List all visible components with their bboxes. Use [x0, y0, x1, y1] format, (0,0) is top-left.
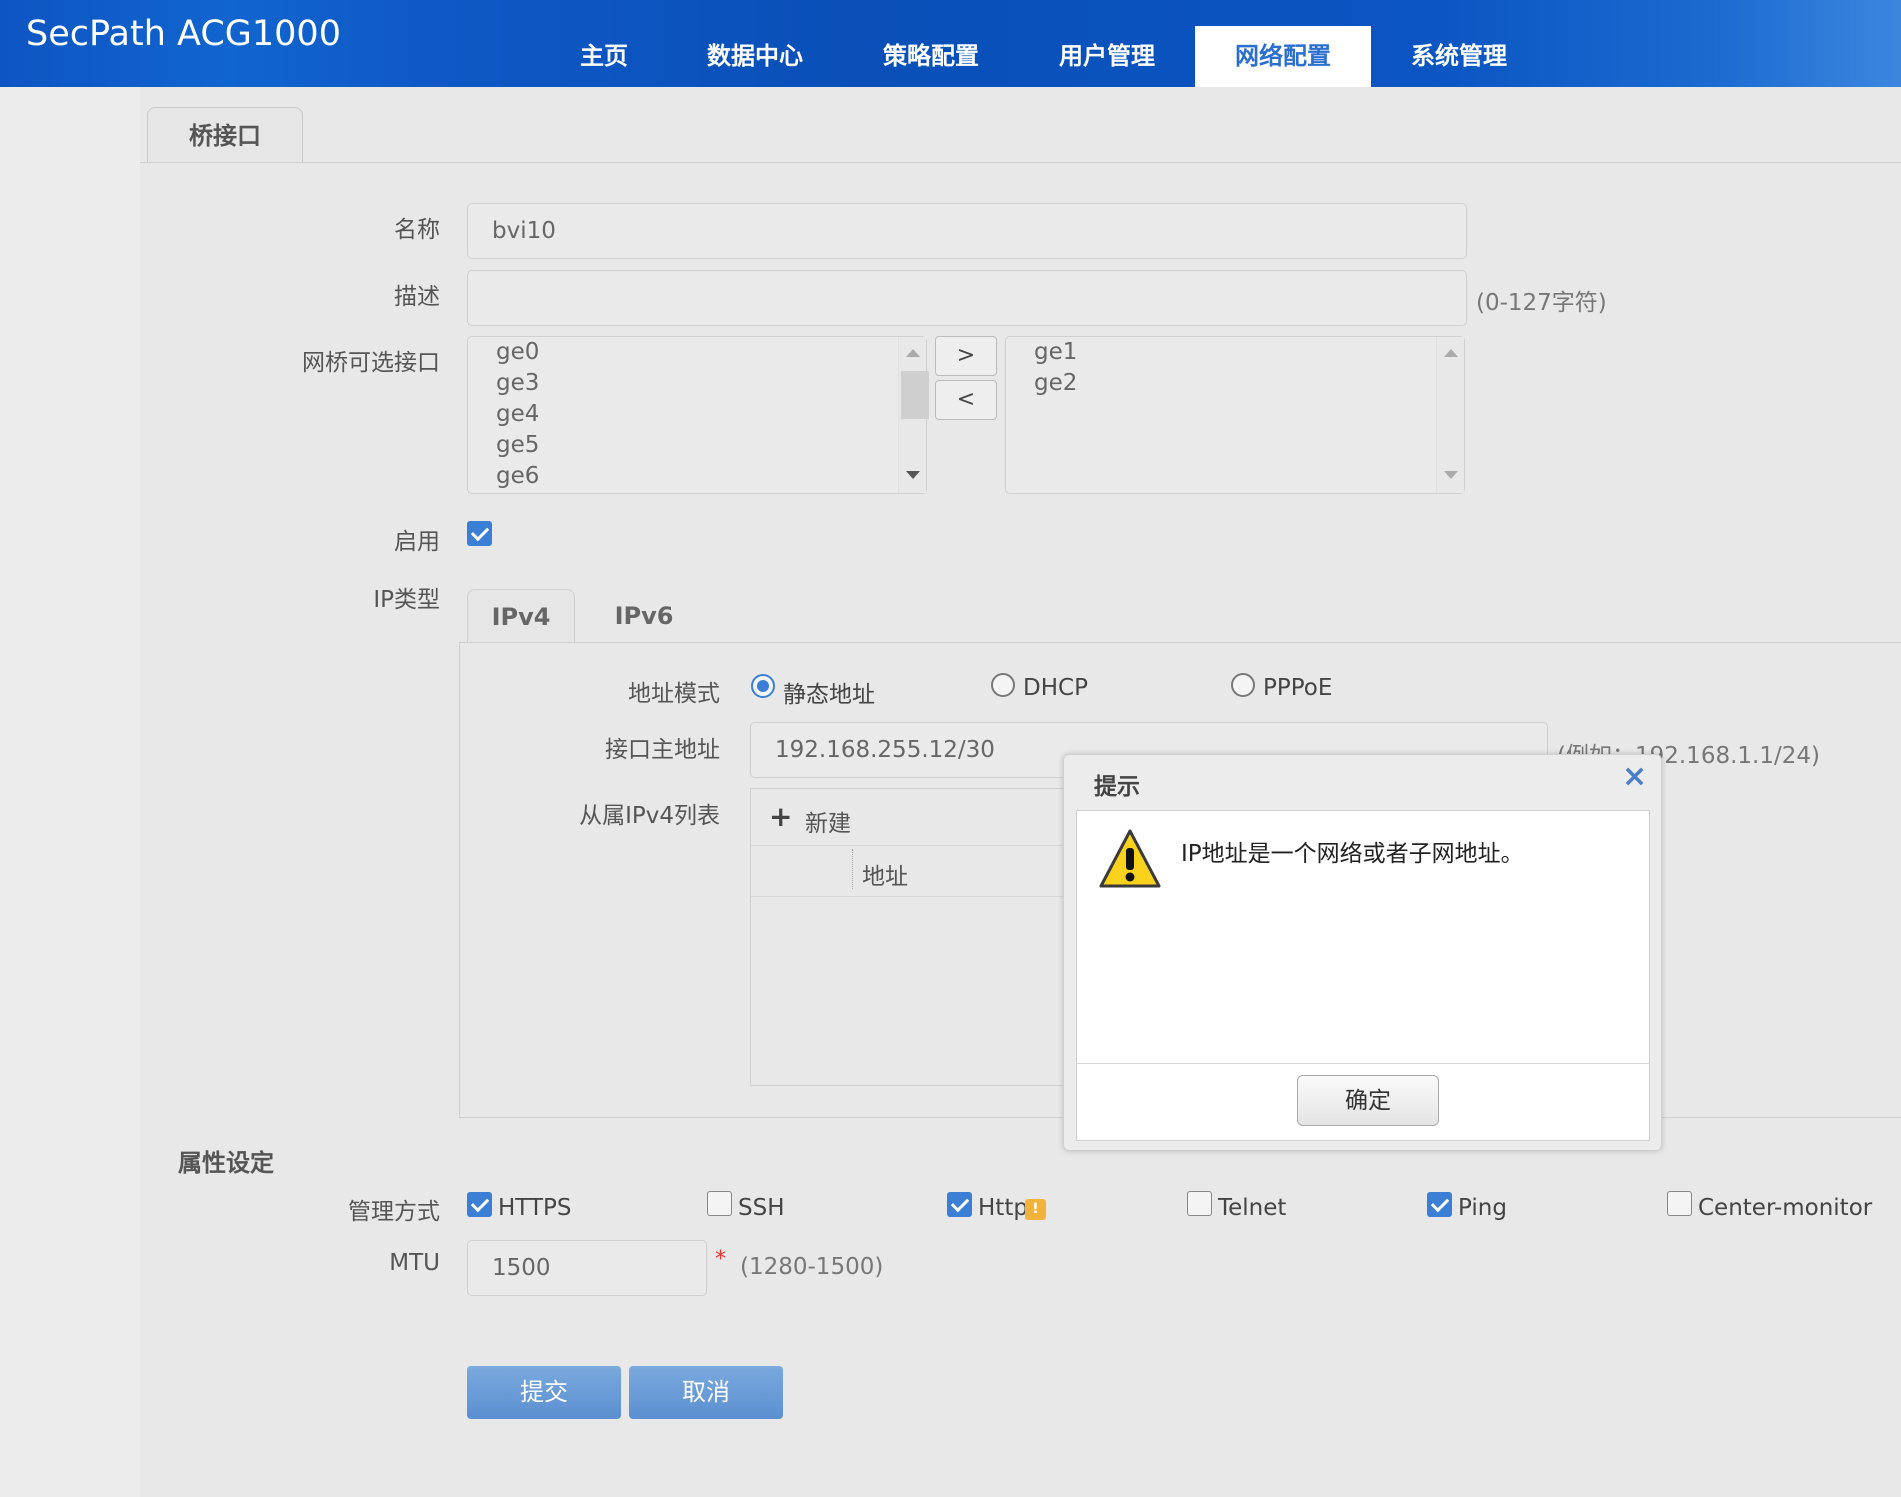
tab-ipv4[interactable]: IPv4 [467, 589, 575, 643]
enable-label: 启用 [394, 529, 440, 555]
interface-address-label: 接口主地址 [605, 737, 720, 763]
tab-bridge-interface[interactable]: 桥接口 [147, 107, 303, 163]
description-field[interactable] [467, 270, 1467, 326]
scrollbar[interactable] [1436, 337, 1464, 493]
list-item[interactable]: ge5 [496, 430, 539, 461]
radio-pppoe[interactable] [1231, 673, 1255, 697]
address-mode-label: 地址模式 [628, 681, 720, 707]
http-label: Http [978, 1195, 1028, 1221]
close-icon[interactable]: × [1622, 762, 1647, 792]
radio-static[interactable] [751, 674, 775, 698]
dialog-footer-divider [1076, 1063, 1650, 1064]
attributes-section-title: 属性设定 [178, 1149, 274, 1177]
enable-checkbox[interactable] [467, 521, 492, 546]
brand-title: SecPath ACG1000 [26, 14, 341, 54]
list-item[interactable]: ge2 [1034, 368, 1077, 399]
ok-button[interactable]: 确定 [1297, 1075, 1439, 1126]
scroll-down-icon[interactable] [1444, 471, 1458, 479]
dialog-title: 提示 [1094, 774, 1140, 800]
scrollbar[interactable] [898, 337, 929, 493]
plus-icon[interactable]: + [769, 803, 792, 831]
ping-label: Ping [1458, 1195, 1507, 1221]
nav-system-management[interactable]: 系统管理 [1394, 26, 1524, 87]
ip-type-label: IP类型 [373, 587, 440, 613]
list-item[interactable]: ge0 [496, 337, 539, 368]
mtu-field[interactable]: 1500 [467, 1240, 707, 1296]
mtu-label: MTU [389, 1250, 440, 1276]
ssh-label: SSH [738, 1195, 785, 1221]
nav-home[interactable]: 主页 [554, 26, 654, 87]
column-header-address: 地址 [862, 864, 908, 890]
http-checkbox[interactable] [947, 1192, 972, 1217]
scroll-thumb[interactable] [901, 371, 929, 419]
mtu-hint: (1280-1500) [740, 1254, 884, 1280]
ping-checkbox[interactable] [1427, 1192, 1452, 1217]
https-label: HTTPS [498, 1195, 572, 1221]
cancel-button[interactable]: 取消 [629, 1366, 783, 1419]
radio-static-label: 静态地址 [783, 682, 875, 708]
management-label: 管理方式 [348, 1199, 440, 1225]
secondary-ipv4-table: + 新建 地址 [750, 788, 1071, 1086]
selected-interfaces-list[interactable]: ge1 ge2 [1005, 336, 1465, 494]
nav-data-center[interactable]: 数据中心 [690, 26, 820, 87]
list-item[interactable]: ge3 [496, 368, 539, 399]
required-mark: * [715, 1247, 726, 1272]
add-interface-button[interactable]: > [935, 336, 997, 376]
secondary-ipv4-label: 从属IPv4列表 [579, 803, 720, 829]
available-interfaces-list[interactable]: ge0 ge3 ge4 ge5 ge6 [467, 336, 929, 494]
tab-divider [140, 162, 1901, 163]
new-button[interactable]: 新建 [805, 804, 851, 838]
list-item[interactable]: ge1 [1034, 337, 1077, 368]
nav-user-management[interactable]: 用户管理 [1042, 26, 1172, 87]
radio-pppoe-label: PPPoE [1263, 675, 1333, 701]
scroll-down-icon[interactable] [906, 471, 920, 479]
description-hint: (0-127字符) [1476, 290, 1607, 316]
telnet-checkbox[interactable] [1187, 1191, 1212, 1216]
list-item[interactable]: ge6 [496, 461, 539, 492]
nav-policy-config[interactable]: 策略配置 [866, 26, 996, 87]
warning-tip-icon[interactable]: ! [1025, 1199, 1046, 1220]
center-monitor-label: Center-monitor [1698, 1195, 1873, 1221]
name-label: 名称 [394, 217, 440, 243]
scroll-up-icon[interactable] [906, 349, 920, 357]
ssh-checkbox[interactable] [707, 1191, 732, 1216]
tab-ipv6[interactable]: IPv6 [590, 589, 698, 643]
description-label: 描述 [394, 284, 440, 310]
remove-interface-button[interactable]: < [935, 380, 997, 420]
https-checkbox[interactable] [467, 1192, 492, 1217]
divider [751, 845, 1071, 846]
center-monitor-checkbox[interactable] [1667, 1191, 1692, 1216]
divider [751, 896, 1071, 897]
list-item[interactable]: ge4 [496, 399, 539, 430]
name-field[interactable]: bvi10 [467, 203, 1467, 259]
submit-button[interactable]: 提交 [467, 1366, 621, 1419]
telnet-label: Telnet [1218, 1195, 1287, 1221]
radio-dhcp-label: DHCP [1023, 675, 1088, 701]
radio-dhcp[interactable] [991, 673, 1015, 697]
left-margin [0, 87, 140, 1497]
bridge-interfaces-label: 网桥可选接口 [302, 350, 440, 376]
scroll-up-icon[interactable] [1444, 349, 1458, 357]
column-divider [852, 849, 853, 889]
dialog-message: IP地址是一个网络或者子网地址。 [1181, 841, 1524, 867]
nav-network-config[interactable]: 网络配置 [1195, 26, 1371, 87]
warning-icon [1099, 829, 1161, 888]
